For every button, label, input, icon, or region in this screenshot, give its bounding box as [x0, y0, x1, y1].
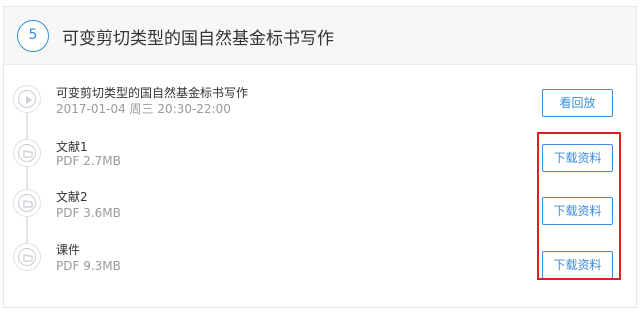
item-meta: PDF 9.3MB — [56, 259, 121, 273]
section-number-badge: 5 — [17, 20, 49, 52]
section-header: 5 可变剪切类型的国自然基金标书写作 — [4, 7, 636, 65]
play-icon — [26, 96, 32, 104]
timeline-node-file — [13, 139, 41, 167]
download-materials-button[interactable]: 下载资料 — [542, 144, 613, 172]
timeline-line — [26, 92, 28, 252]
folder-icon — [23, 254, 33, 262]
download-materials-button[interactable]: 下载资料 — [542, 251, 613, 279]
folder-icon — [23, 150, 33, 158]
timeline-node-file — [13, 243, 41, 271]
watch-replay-button[interactable]: 看回放 — [542, 89, 613, 117]
item-title: 文献2 — [56, 190, 88, 204]
item-title: 可变剪切类型的国自然基金标书写作 — [56, 86, 249, 100]
item-meta: PDF 2.7MB — [56, 154, 121, 168]
download-materials-button[interactable]: 下载资料 — [542, 197, 613, 225]
item-meta: 2017-01-04 周三 20:30-22:00 — [56, 102, 231, 116]
timeline-node-file — [13, 189, 41, 217]
timeline-node-play — [13, 85, 41, 113]
item-title: 课件 — [56, 243, 81, 257]
item-meta: PDF 3.6MB — [56, 206, 121, 220]
section-title: 可变剪切类型的国自然基金标书写作 — [62, 29, 334, 49]
item-title: 文献1 — [56, 140, 88, 154]
folder-icon — [23, 200, 33, 208]
